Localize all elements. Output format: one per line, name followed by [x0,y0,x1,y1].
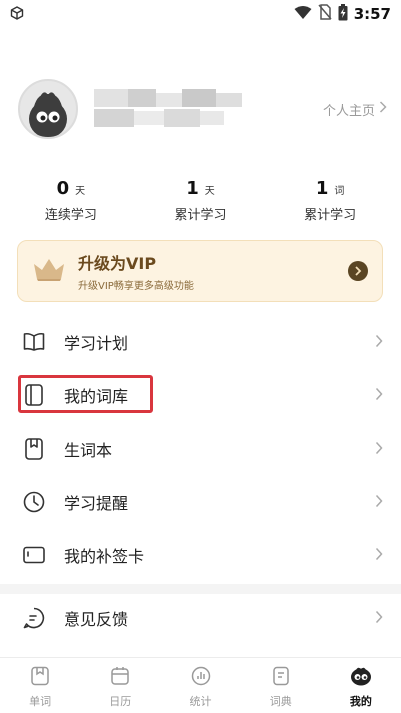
mascot-avatar-icon [29,92,67,137]
status-time: 3:57 [353,5,391,23]
menu-label: 生词本 [64,441,113,460]
menu-item-study-reminder[interactable]: 学习提醒 [0,477,401,527]
stat-unit: 天 [204,186,215,197]
card-icon [22,543,46,567]
word-icon [30,666,50,690]
homepage-label: 个人主页 [322,103,375,119]
homepage-link[interactable]: 个人主页 [323,100,387,119]
chevron-right-icon [375,493,383,512]
chevron-right-icon [375,386,383,405]
book-open-icon [22,330,46,354]
stat-unit: 天 [75,186,86,197]
bottom-tab-bar: 单词 日历 统计 词典 我的 [0,657,401,713]
menu-item-makeup-card[interactable]: 我的补签卡 [0,530,401,580]
bookmark-book-icon [22,437,46,461]
menu-label: 我的补签卡 [64,547,145,566]
arrow-right-circle-icon[interactable] [348,261,368,281]
battery-charging-icon [338,3,348,25]
menu-label: 学习提醒 [64,494,129,513]
stat-value: 1 [315,178,329,199]
chevron-right-icon [375,546,383,565]
calendar-icon [110,666,130,690]
highlight-annotation-box [18,375,153,413]
stat-label: 连续学习 [44,208,97,223]
stat-value: 0 [56,178,70,199]
vip-upgrade-card[interactable]: 升级为VIP 升级VIP畅享更多高级功能 [17,240,383,302]
tab-statistics[interactable]: 统计 [160,658,240,713]
status-bar: 3:57 [0,0,401,28]
tab-label: 统计 [189,695,212,708]
stat-label: 累计学习 [304,208,357,223]
tab-label: 词典 [269,695,292,708]
tab-label: 单词 [29,695,52,708]
vip-subtitle: 升级VIP畅享更多高级功能 [78,281,194,292]
chevron-right-icon [375,609,383,628]
stat-value: 1 [186,178,199,199]
profile-header[interactable]: 个人主页 [18,78,387,140]
tab-calendar[interactable]: 日历 [80,658,160,713]
chart-icon [191,666,211,690]
chevron-right-icon [375,440,383,459]
cube-icon [10,5,24,24]
vip-title: 升级为VIP [78,254,157,273]
menu-item-feedback[interactable]: 意见反馈 [0,593,401,643]
crown-icon [32,256,66,286]
chevron-right-icon [375,333,383,352]
tab-label: 我的 [349,695,372,708]
chevron-right-icon [379,101,387,117]
tab-label: 日历 [109,695,132,708]
learning-stats: 0 天 连续学习 1 天 累计学习 1 词 累计学习 [0,178,401,228]
wifi-icon [294,5,312,24]
stat-streak-days: 0 天 连续学习 [11,178,131,228]
mascot-icon [350,666,372,690]
no-sim-icon [318,4,332,24]
stat-total-words: 1 词 累计学习 [270,178,390,228]
tab-mine[interactable]: 我的 [321,658,401,713]
dictionary-icon [271,666,291,690]
menu-item-vocab-notebook[interactable]: 生词本 [0,424,401,474]
feedback-icon [22,606,46,630]
username-redacted [94,87,254,131]
stat-unit: 词 [334,186,345,197]
menu-label: 意见反馈 [64,610,129,629]
clock-icon [22,490,46,514]
stat-total-days: 1 天 累计学习 [140,178,260,228]
menu-item-study-plan[interactable]: 学习计划 [0,317,401,367]
stat-label: 累计学习 [174,208,227,223]
avatar[interactable] [18,79,78,139]
menu-label: 学习计划 [64,334,129,353]
tab-dictionary[interactable]: 词典 [241,658,321,713]
tab-words[interactable]: 单词 [0,658,80,713]
